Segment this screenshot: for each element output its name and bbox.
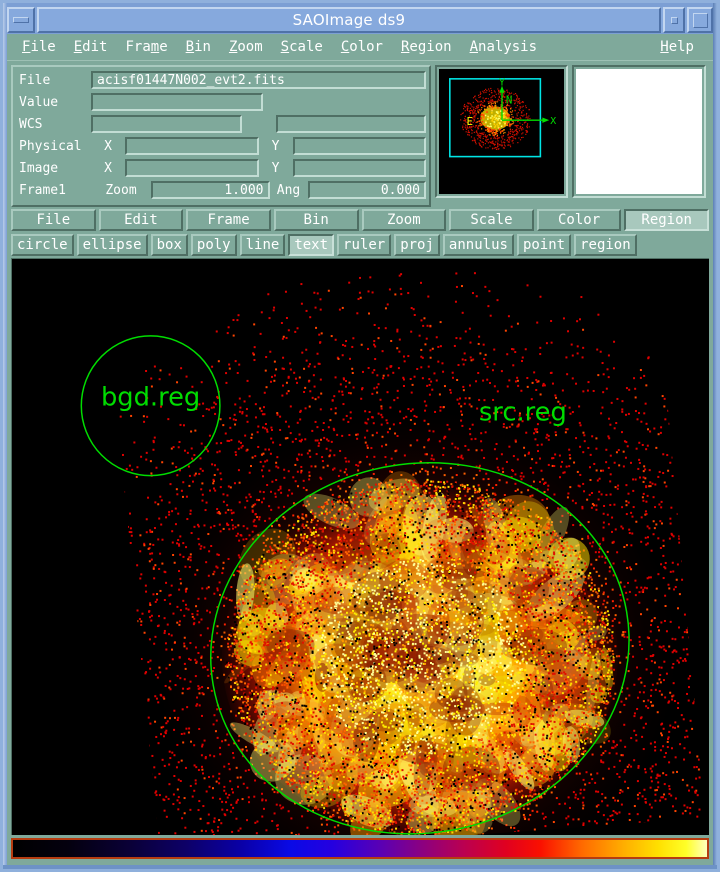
region-tool-proj[interactable]: proj bbox=[394, 234, 440, 256]
ds9-window: SAOImage ds9 File Edit Frame Bin Zoom Scale Co… bbox=[0, 0, 720, 872]
menu-file[interactable]: File bbox=[13, 37, 65, 57]
minimize-icon bbox=[13, 17, 29, 23]
panner[interactable]: N Y X E bbox=[439, 69, 564, 194]
mnemonic-underline: Z bbox=[228, 39, 238, 55]
ang-value[interactable]: 0.000 bbox=[307, 181, 426, 199]
menu-bar: File Edit Frame Bin Zoom Scale Color Region Anal… bbox=[7, 34, 713, 61]
region-tool-line[interactable]: line bbox=[239, 234, 286, 256]
wcs-field-2[interactable] bbox=[275, 115, 426, 133]
region-label[interactable]: bgd.reg bbox=[101, 383, 200, 413]
button-zoom[interactable]: Zoom bbox=[361, 209, 447, 231]
menu-scale[interactable]: Scale bbox=[272, 37, 332, 57]
button-file[interactable]: File bbox=[11, 209, 96, 231]
window-title: SAOImage ds9 bbox=[37, 7, 661, 33]
image-canvas-frame[interactable]: bgd.reg src.reg bbox=[11, 258, 709, 835]
maximize-icon bbox=[692, 12, 708, 28]
info-panner-row: File acisf01447N002_evt2.fits Value WCS … bbox=[7, 61, 713, 209]
button-edit[interactable]: Edit bbox=[98, 209, 184, 231]
mnemonic-underline: R bbox=[400, 39, 410, 55]
button-scale[interactable]: Scale bbox=[449, 209, 534, 231]
title-bar: SAOImage ds9 bbox=[7, 7, 713, 33]
value-label: Value bbox=[19, 94, 59, 110]
file-value[interactable]: acisf01447N002_evt2.fits bbox=[91, 71, 426, 89]
info-row-physical: Physical X Y bbox=[16, 136, 426, 156]
maximize-button[interactable] bbox=[687, 7, 713, 33]
mnemonic-underline: C bbox=[340, 39, 350, 55]
mnemonic-underline: H bbox=[660, 39, 669, 55]
client-area: File Edit Frame Bin Zoom Scale Color Region Anal… bbox=[7, 34, 713, 865]
physical-x-field[interactable] bbox=[125, 137, 259, 155]
info-row-image: Image X Y bbox=[16, 158, 426, 178]
image-x-field[interactable] bbox=[125, 159, 259, 177]
button-bar-region: circle ellipse box poly line text ruler proj ann… bbox=[7, 234, 713, 256]
panner-east-label: E bbox=[467, 115, 474, 128]
panner-frame[interactable]: N Y X E bbox=[435, 65, 568, 198]
colorbar-gradient bbox=[13, 840, 707, 857]
minimize-button[interactable] bbox=[7, 7, 35, 33]
button-color[interactable]: Color bbox=[536, 209, 622, 231]
frame-label: Frame1 bbox=[19, 182, 66, 198]
region-label[interactable]: src.reg bbox=[479, 398, 567, 428]
region-tool-ellipse[interactable]: ellipse bbox=[76, 234, 148, 256]
image-label: Image bbox=[19, 160, 59, 176]
magnifier[interactable] bbox=[576, 69, 702, 194]
file-label: File bbox=[19, 72, 51, 88]
mnemonic-underline: E bbox=[73, 39, 83, 55]
wcs-field-1[interactable] bbox=[91, 115, 242, 133]
panner-axis-y-label: Y bbox=[499, 78, 505, 89]
menu-region[interactable]: Region bbox=[392, 37, 461, 57]
physical-x-label: X bbox=[104, 138, 112, 154]
info-panel: File acisf01447N002_evt2.fits Value WCS … bbox=[11, 65, 431, 207]
button-bin[interactable]: Bin bbox=[273, 209, 359, 231]
zoom-value[interactable]: 1.000 bbox=[151, 181, 270, 199]
mnemonic-underline: m bbox=[150, 39, 160, 55]
region-tool-annulus[interactable]: annulus bbox=[442, 234, 514, 256]
physical-y-field[interactable] bbox=[292, 137, 426, 155]
info-row-file: File acisf01447N002_evt2.fits bbox=[16, 70, 426, 90]
image-y-label: Y bbox=[271, 160, 280, 176]
value-field[interactable] bbox=[91, 93, 263, 111]
region-tool-text[interactable]: text bbox=[288, 234, 335, 256]
zoom-label: Zoom bbox=[105, 182, 137, 198]
menu-help[interactable]: Help bbox=[651, 37, 703, 57]
button-frame[interactable]: Frame bbox=[186, 209, 271, 231]
physical-label: Physical bbox=[19, 138, 82, 154]
region-tool-point[interactable]: point bbox=[516, 234, 572, 256]
magnifier-frame[interactable] bbox=[572, 65, 706, 198]
image-canvas[interactable]: bgd.reg src.reg bbox=[12, 259, 709, 835]
image-x-label: X bbox=[104, 160, 112, 176]
region-tool-ruler[interactable]: ruler bbox=[337, 234, 392, 256]
physical-y-label: Y bbox=[271, 138, 280, 154]
iconify-button[interactable] bbox=[663, 7, 685, 33]
menu-bin[interactable]: Bin bbox=[177, 37, 220, 57]
colorbar-frame[interactable] bbox=[11, 838, 709, 859]
info-row-frame: Frame1 Zoom 1.000 Ang 0.000 bbox=[16, 180, 426, 200]
colorbar[interactable] bbox=[13, 840, 707, 857]
wcs-label: WCS bbox=[19, 116, 43, 132]
region-tool-region[interactable]: region bbox=[574, 234, 637, 256]
button-region[interactable]: Region bbox=[624, 209, 709, 231]
menu-edit[interactable]: Edit bbox=[65, 37, 117, 57]
iconify-icon bbox=[670, 16, 678, 24]
menu-zoom[interactable]: Zoom bbox=[220, 37, 272, 57]
menu-color[interactable]: Color bbox=[332, 37, 392, 57]
info-row-wcs: WCS bbox=[16, 114, 426, 134]
mnemonic-underline: F bbox=[22, 39, 31, 55]
panner-axis-x-label: X bbox=[550, 116, 556, 127]
image-y-field[interactable] bbox=[292, 159, 426, 177]
region-tool-box[interactable]: box bbox=[150, 234, 188, 256]
mnemonic-underline: B bbox=[185, 39, 195, 55]
menu-frame[interactable]: Frame bbox=[116, 37, 176, 57]
panner-north-label: N bbox=[506, 93, 513, 106]
window-border-bottom bbox=[3, 865, 717, 869]
button-bar-main: File Edit Frame Bin Zoom Scale Color Region bbox=[7, 209, 713, 231]
info-row-value: Value bbox=[16, 92, 426, 112]
region-tool-poly[interactable]: poly bbox=[190, 234, 237, 256]
mnemonic-underline: A bbox=[469, 39, 479, 55]
window-border-right bbox=[713, 3, 717, 869]
region-tool-circle[interactable]: circle bbox=[11, 234, 74, 256]
menu-analysis[interactable]: Analysis bbox=[461, 37, 546, 57]
ang-label: Ang bbox=[276, 182, 301, 198]
mnemonic-underline: S bbox=[280, 39, 290, 55]
